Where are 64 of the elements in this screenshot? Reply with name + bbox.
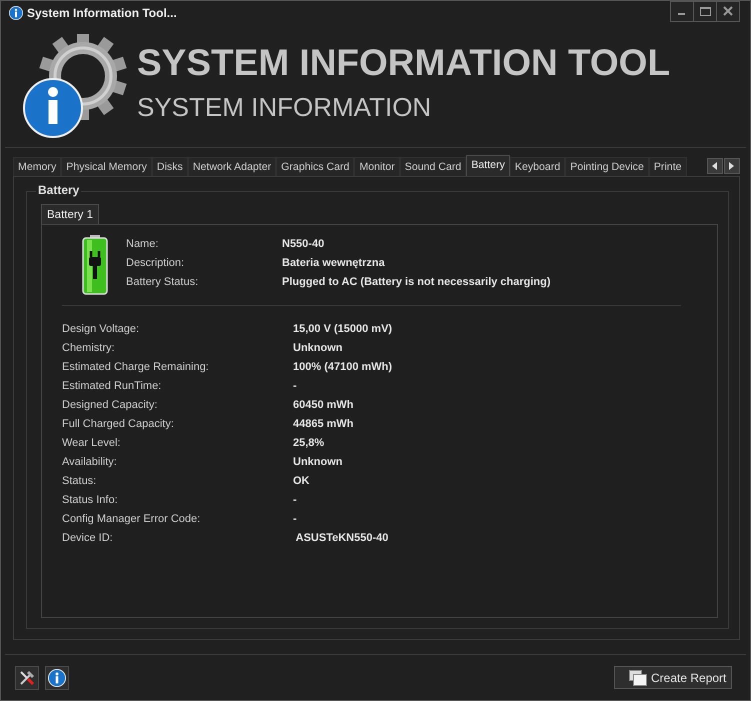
tools-button[interactable] bbox=[15, 666, 39, 690]
window-title: System Information Tool... bbox=[27, 6, 178, 20]
field-label: Config Manager Error Code: bbox=[62, 512, 202, 527]
field-value: 15,00 V (15000 mV) bbox=[293, 322, 394, 337]
field-label: Chemistry: bbox=[62, 341, 116, 356]
tab[interactable]: Physical Memory bbox=[61, 157, 152, 176]
app-icon bbox=[9, 6, 23, 20]
app-title: SYSTEM INFORMATION TOOL bbox=[137, 42, 670, 84]
field-label: Designed Capacity: bbox=[62, 398, 158, 413]
field-value: OK bbox=[293, 474, 310, 489]
close-icon bbox=[723, 6, 733, 16]
minimize-button[interactable] bbox=[670, 0, 694, 22]
create-report-button[interactable]: Create Report bbox=[614, 666, 732, 689]
triangle-left-icon bbox=[712, 162, 718, 170]
info-button[interactable] bbox=[45, 666, 69, 690]
info-icon bbox=[48, 668, 66, 686]
field-label: Device ID: bbox=[62, 531, 114, 546]
field-value: - bbox=[293, 493, 298, 508]
scroll-right-button[interactable] bbox=[724, 158, 740, 174]
field-label: Estimated Charge Remaining: bbox=[62, 360, 210, 375]
field-value: - bbox=[293, 379, 298, 394]
field-value: Unknown bbox=[293, 455, 344, 470]
triangle-right-icon bbox=[729, 162, 735, 170]
hammer-screwdriver-icon bbox=[19, 670, 35, 686]
tab[interactable]: Sound Card bbox=[400, 157, 466, 176]
maximize-icon bbox=[700, 6, 710, 16]
field-label: Name: bbox=[126, 237, 160, 252]
group-title: Battery bbox=[36, 183, 82, 197]
gear-info-logo-icon bbox=[23, 34, 127, 138]
field-value: - bbox=[293, 512, 298, 527]
maximize-button[interactable] bbox=[693, 0, 717, 22]
tab[interactable]: Graphics Card bbox=[276, 157, 354, 176]
field-value: Bateria wewnętrzna bbox=[282, 256, 386, 271]
field-value: 60450 mWh bbox=[293, 398, 355, 413]
field-label: Wear Level: bbox=[62, 436, 122, 451]
field-label: Status Info: bbox=[62, 493, 119, 508]
tab[interactable]: Network Adapter bbox=[188, 157, 276, 176]
tab[interactable]: Printe bbox=[648, 157, 687, 176]
tab[interactable]: Pointing Device bbox=[565, 157, 649, 176]
tab[interactable]: Keyboard bbox=[510, 157, 566, 176]
tab[interactable]: Memory bbox=[13, 157, 62, 176]
field-label: Estimated RunTime: bbox=[62, 379, 162, 394]
battery-plug-icon bbox=[82, 235, 108, 295]
tab[interactable]: Disks bbox=[152, 157, 188, 176]
close-button[interactable] bbox=[716, 0, 740, 22]
documents-icon bbox=[629, 670, 647, 686]
field-label: Design Voltage: bbox=[62, 322, 140, 337]
field-value: 25,8% bbox=[293, 436, 326, 451]
tab[interactable]: Battery bbox=[466, 155, 510, 176]
field-value: N550-40 bbox=[282, 237, 326, 252]
field-label: Availability: bbox=[62, 455, 118, 470]
field-label: Description: bbox=[126, 256, 186, 271]
field-value: Unknown bbox=[293, 341, 344, 356]
field-value: Plugged to AC (Battery is not necessarily charging) bbox=[282, 275, 551, 290]
field-label: Full Charged Capacity: bbox=[62, 417, 175, 432]
tab[interactable]: Battery 1 bbox=[41, 204, 100, 224]
scroll-left-button[interactable] bbox=[707, 158, 723, 174]
field-value: 44865 mWh bbox=[293, 417, 355, 432]
field-label: Battery Status: bbox=[126, 275, 200, 290]
field-value: 100% (47100 mWh) bbox=[293, 360, 394, 375]
tab[interactable]: Monitor bbox=[354, 157, 400, 176]
field-value: ASUSTeKN550-40 bbox=[294, 531, 390, 546]
app-subtitle: SYSTEM INFORMATION bbox=[137, 92, 432, 122]
field-label: Status: bbox=[62, 474, 98, 489]
